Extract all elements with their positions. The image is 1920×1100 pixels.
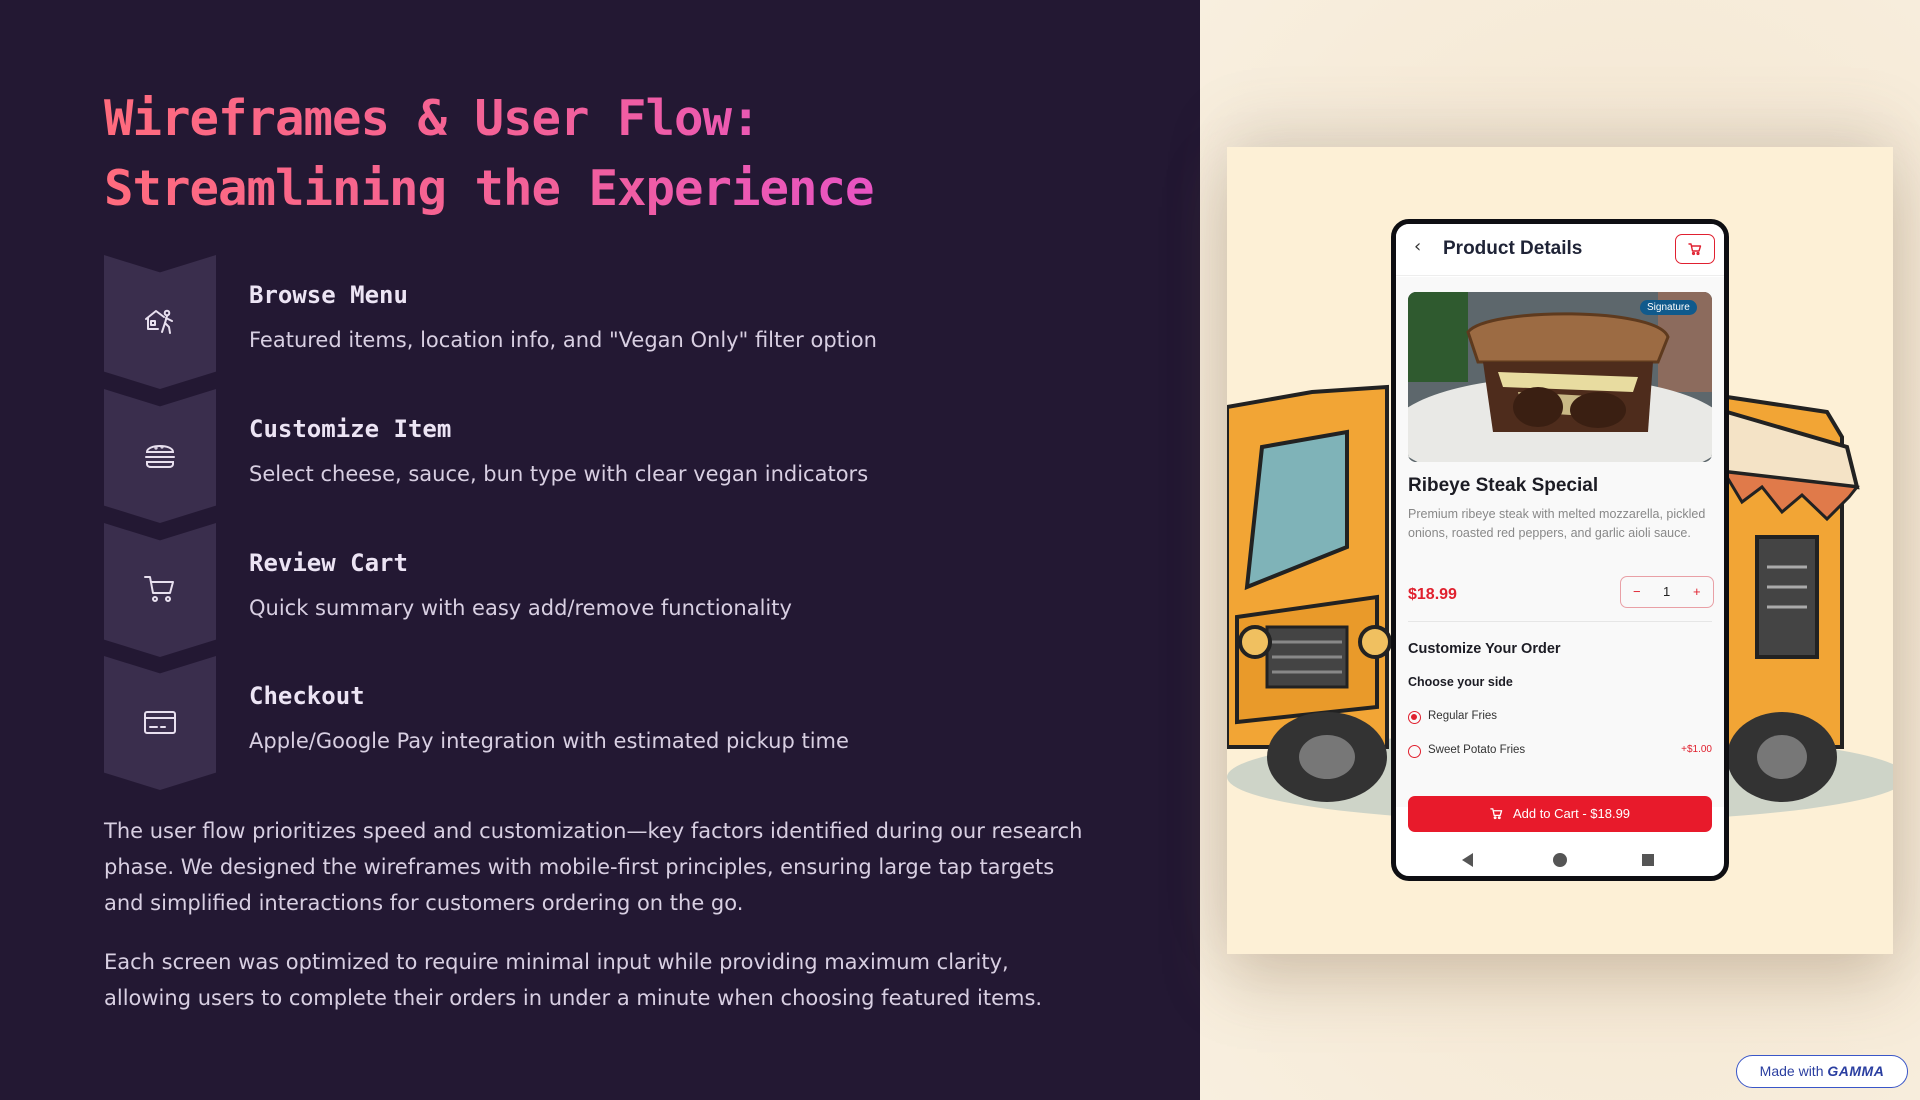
- nav-home-icon[interactable]: [1553, 853, 1567, 867]
- header-cart-button[interactable]: [1675, 234, 1715, 264]
- gamma-logo: GAMMA: [1827, 1063, 1885, 1079]
- step-description: Featured items, location info, and "Vega…: [249, 328, 877, 352]
- radio-selected[interactable]: [1408, 711, 1421, 724]
- nav-back-icon[interactable]: [1462, 853, 1473, 867]
- phone-body: Signature Ribeye Steak Special Premium r…: [1396, 277, 1724, 807]
- phone-header-title: Product Details: [1443, 238, 1583, 259]
- step-chevron: [104, 523, 216, 657]
- credit-card-icon: [144, 711, 176, 734]
- step-description: Quick summary with easy add/remove funct…: [249, 596, 792, 620]
- title-line-2: Streamlining the Experience: [104, 160, 874, 217]
- decrement-button[interactable]: −: [1633, 584, 1641, 599]
- phone-header: ‹ Product Details: [1396, 224, 1724, 276]
- radio-unselected[interactable]: [1408, 745, 1421, 758]
- step-browse-menu: Browse Menu Featured items, location inf…: [104, 255, 1104, 389]
- add-to-cart-button[interactable]: Add to Cart - $18.99: [1408, 796, 1712, 832]
- burger-icon: [145, 445, 175, 468]
- sandwich-image: [1408, 292, 1712, 462]
- step-description: Apple/Google Pay integration with estima…: [249, 729, 849, 753]
- increment-button[interactable]: +: [1693, 584, 1701, 599]
- step-review-cart: Review Cart Quick summary with easy add/…: [104, 523, 1104, 657]
- phone-mockup: ‹ Product Details Signature Ribeye Steak…: [1391, 219, 1729, 881]
- cart-icon: [1688, 243, 1702, 256]
- body-paragraph-1: The user flow prioritizes speed and cust…: [104, 819, 1083, 915]
- add-to-cart-label: Add to Cart - $18.99: [1512, 806, 1631, 821]
- product-description: Premium ribeye steak with melted mozzare…: [1408, 507, 1706, 540]
- quantity-stepper: − 1 +: [1620, 576, 1714, 608]
- option-sweet-potato-fries[interactable]: Sweet Potato Fries +$1.00: [1408, 743, 1712, 763]
- cart-icon: [144, 576, 174, 602]
- browse-menu-icon: [145, 309, 173, 334]
- step-title: Checkout: [249, 682, 365, 710]
- badge-prefix: Made with: [1759, 1063, 1824, 1079]
- step-checkout: Checkout Apple/Google Pay integration wi…: [104, 656, 1104, 790]
- step-customize-item: Customize Item Select cheese, sauce, bun…: [104, 389, 1104, 523]
- option-label: Sweet Potato Fries: [1428, 744, 1526, 756]
- divider: [1408, 621, 1712, 622]
- signature-badge: Signature: [1640, 300, 1697, 315]
- customize-heading: Customize Your Order: [1408, 641, 1561, 657]
- slide-title: Wireframes & User Flow: Streamlining the…: [104, 84, 1104, 224]
- title-line-1: Wireframes & User Flow:: [104, 90, 760, 147]
- step-chevron: [104, 656, 216, 790]
- nav-recents-icon[interactable]: [1642, 854, 1654, 866]
- step-chevron: [104, 389, 216, 523]
- body-paragraph-2: Each screen was optimized to require min…: [104, 950, 1043, 1010]
- option-price: +$1.00: [1681, 744, 1712, 755]
- step-title: Review Cart: [249, 549, 408, 577]
- step-title: Customize Item: [249, 415, 452, 443]
- option-regular-fries[interactable]: Regular Fries: [1408, 709, 1712, 729]
- android-nav-bar: [1396, 844, 1724, 876]
- cart-icon: [1490, 808, 1503, 820]
- side-heading: Choose your side: [1408, 675, 1513, 689]
- step-description: Select cheese, sauce, bun type with clea…: [249, 462, 869, 486]
- product-image: Signature: [1408, 292, 1712, 462]
- back-chevron-icon[interactable]: ‹: [1414, 236, 1421, 257]
- option-label: Regular Fries: [1428, 710, 1498, 722]
- left-panel: Wireframes & User Flow: Streamlining the…: [0, 0, 1200, 1100]
- made-with-gamma-badge[interactable]: Made with GAMMA: [1736, 1055, 1908, 1088]
- product-name: Ribeye Steak Special: [1408, 475, 1599, 496]
- product-price: $18.99: [1408, 586, 1457, 603]
- quantity-value: 1: [1663, 584, 1671, 599]
- step-chevron: [104, 255, 216, 389]
- step-title: Browse Menu: [249, 281, 408, 309]
